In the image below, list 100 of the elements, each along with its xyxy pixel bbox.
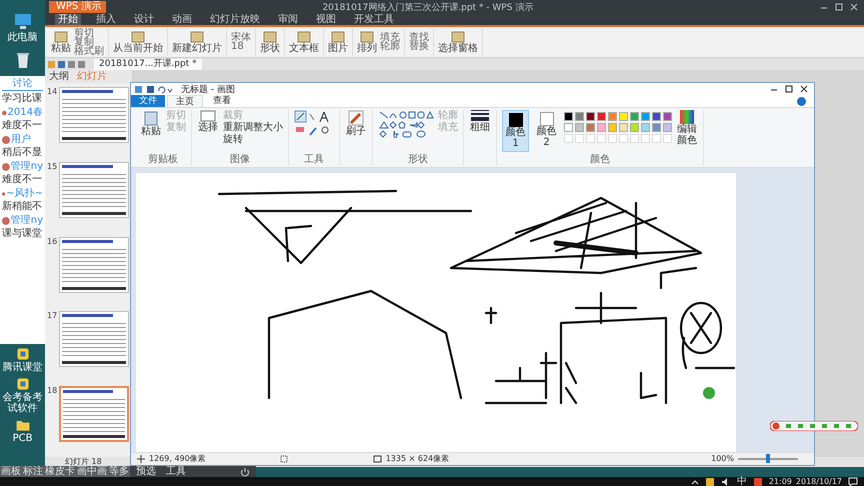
- color-swatch[interactable]: [641, 112, 650, 121]
- slide-thumbnail[interactable]: [59, 386, 129, 442]
- empty-swatch[interactable]: [608, 134, 617, 143]
- empty-swatch[interactable]: [597, 134, 606, 143]
- color-swatch[interactable]: [619, 112, 628, 121]
- slide-thumbnail[interactable]: [59, 236, 129, 293]
- empty-swatch[interactable]: [619, 134, 628, 143]
- ribbon-tab[interactable]: 主页: [167, 95, 203, 107]
- color-swatch[interactable]: [575, 112, 584, 121]
- color-button[interactable]: 颜色 2: [533, 110, 560, 150]
- menu-tab[interactable]: 动画: [169, 14, 195, 25]
- maximize-icon[interactable]: [785, 85, 793, 93]
- quick-access-icons-drawing[interactable]: [48, 60, 88, 68]
- panel-tab[interactable]: 大纲: [48, 71, 70, 82]
- slide-thumbnail[interactable]: [59, 87, 129, 143]
- desktop-icon-label[interactable]: 会考备考试软件: [0, 392, 45, 414]
- empty-swatch[interactable]: [663, 134, 672, 143]
- color-swatch[interactable]: [597, 123, 606, 132]
- color-swatch[interactable]: [641, 123, 650, 132]
- slide-thumbnail[interactable]: [59, 311, 129, 368]
- menu-tab[interactable]: 开发工具: [351, 14, 397, 25]
- power-icon[interactable]: [240, 466, 250, 476]
- empty-swatch[interactable]: [641, 134, 650, 143]
- ribbon-button[interactable]: 选择窗格: [438, 30, 478, 54]
- menu-tab[interactable]: 审阅: [275, 14, 301, 25]
- ribbon-button[interactable]: 查找: [409, 33, 429, 42]
- shapes-gallery-drawing[interactable]: [378, 110, 434, 138]
- paste-button[interactable]: 粘贴: [140, 110, 162, 137]
- color-swatch[interactable]: [630, 112, 639, 121]
- menu-tab[interactable]: 幻灯片放映: [207, 14, 263, 25]
- ribbon-button[interactable]: 粘贴: [51, 30, 71, 54]
- ribbon-button[interactable]: 填充: [380, 33, 400, 42]
- ribbon-button[interactable]: 18: [231, 42, 251, 51]
- notifications-icon[interactable]: [848, 476, 858, 486]
- menu-item[interactable]: 预选: [136, 466, 156, 477]
- ribbon-button[interactable]: 复制: [74, 38, 104, 46]
- ribbon-button[interactable]: 新建幻灯片: [172, 30, 222, 54]
- ribbon-button[interactable]: 图片: [328, 30, 348, 54]
- color-swatch[interactable]: [663, 112, 672, 121]
- slide-thumbnail[interactable]: [59, 162, 129, 218]
- color-swatch[interactable]: [564, 123, 573, 132]
- close-icon[interactable]: [850, 3, 858, 11]
- color-swatch[interactable]: [586, 112, 595, 121]
- ribbon-button[interactable]: 形状: [260, 30, 280, 54]
- toolbar-button[interactable]: 橡皮卡: [45, 466, 75, 477]
- empty-swatch[interactable]: [652, 134, 661, 143]
- empty-swatch[interactable]: [564, 134, 573, 143]
- menu-item[interactable]: 工具: [166, 466, 186, 477]
- ribbon-button[interactable]: 轮廓: [380, 42, 400, 51]
- computer-icon[interactable]: [12, 12, 32, 32]
- ribbon-button[interactable]: 替换: [409, 42, 429, 51]
- empty-swatch[interactable]: [630, 134, 639, 143]
- color-swatch[interactable]: [630, 123, 639, 132]
- desktop-icon-label[interactable]: 此电脑: [8, 32, 38, 43]
- toolbar-button[interactable]: 画中画: [77, 466, 107, 477]
- app-tray-icon[interactable]: [752, 476, 763, 486]
- brush-button[interactable]: 刷子: [345, 110, 367, 137]
- close-icon[interactable]: [800, 85, 808, 93]
- document-tab[interactable]: 20181017...开课.ppt *: [94, 58, 202, 70]
- input-method-indicator[interactable]: 中: [736, 477, 747, 486]
- desktop-icon-label[interactable]: 腾讯课堂: [2, 362, 42, 373]
- color-button[interactable]: 颜色 1: [502, 110, 529, 152]
- ribbon-button[interactable]: 文本框: [289, 30, 319, 54]
- menu-tab[interactable]: 开始: [55, 14, 81, 25]
- color-swatch[interactable]: [597, 112, 606, 121]
- menu-tab[interactable]: 插入: [93, 14, 119, 25]
- color-swatch[interactable]: [652, 123, 661, 132]
- ribbon-button[interactable]: 从当前开始: [113, 30, 163, 54]
- app-icon[interactable]: [14, 376, 30, 392]
- color-swatch[interactable]: [652, 112, 661, 121]
- ribbon-button[interactable]: 宋体: [231, 33, 251, 42]
- ribbon-button[interactable]: 格式刷: [74, 46, 104, 56]
- color-swatch[interactable]: [564, 112, 573, 121]
- maximize-icon[interactable]: [835, 3, 843, 11]
- ribbon-tab[interactable]: 文件: [131, 95, 165, 107]
- resize-button[interactable]: 重新调整大小: [223, 122, 283, 133]
- clock[interactable]: 21:09 2018/10/17: [768, 477, 842, 486]
- color-swatch[interactable]: [663, 123, 672, 132]
- input-method-toolbar-drawing[interactable]: [770, 421, 858, 431]
- app-icon[interactable]: [14, 346, 30, 362]
- sketch-drawing[interactable]: [136, 173, 736, 453]
- menu-tab[interactable]: 视图: [313, 14, 339, 25]
- toolbar-button[interactable]: 标注: [23, 466, 43, 477]
- color-swatch[interactable]: [608, 123, 617, 132]
- quick-access-icons-drawing[interactable]: [135, 84, 175, 94]
- size-button[interactable]: 粗细: [469, 110, 491, 133]
- help-icon[interactable]: [797, 97, 806, 106]
- ribbon-button[interactable]: 排列: [357, 30, 377, 54]
- toolbar-button[interactable]: 画板: [1, 466, 21, 477]
- select-button[interactable]: 选择: [197, 110, 219, 133]
- color-swatch[interactable]: [619, 123, 628, 132]
- toolbar-button[interactable]: 等多: [109, 466, 129, 477]
- edit-colors-button[interactable]: 编辑颜色: [676, 110, 698, 146]
- desktop-icon-label[interactable]: PCB: [12, 433, 32, 444]
- color-swatch[interactable]: [608, 112, 617, 121]
- notification-app-icon[interactable]: [704, 476, 715, 486]
- chevron-up-icon[interactable]: [690, 478, 699, 484]
- color-swatch[interactable]: [586, 123, 595, 132]
- ribbon-button[interactable]: 剪切: [74, 28, 104, 38]
- empty-swatch[interactable]: [575, 134, 584, 143]
